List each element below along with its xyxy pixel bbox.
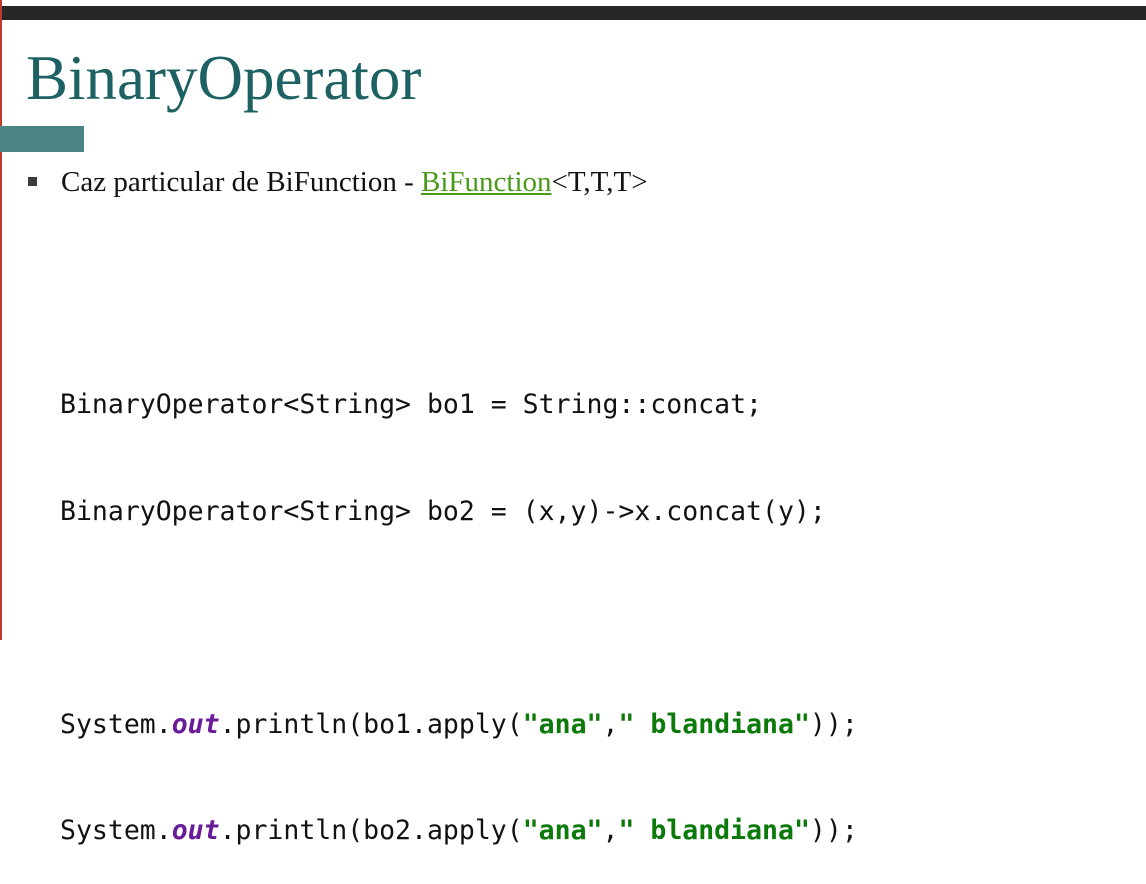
code-line-1: BinaryOperator<String> bo1 = String::con… bbox=[60, 389, 762, 420]
code-static-field: out bbox=[171, 708, 220, 740]
slide-title: BinaryOperator bbox=[26, 43, 422, 113]
code-string-literal: " blandiana" bbox=[618, 815, 810, 846]
code-string-literal: " blandiana" bbox=[618, 708, 810, 740]
title-accent-bar bbox=[0, 126, 84, 152]
code-token: )); bbox=[809, 815, 858, 846]
bullet-type-params: <T,T,T> bbox=[551, 166, 648, 198]
left-border-line bbox=[0, 0, 2, 640]
bullet-text: Caz particular de BiFunction - bbox=[61, 166, 421, 198]
square-bullet-icon bbox=[28, 176, 37, 186]
code-token: , bbox=[602, 708, 619, 740]
code-token: , bbox=[602, 815, 619, 846]
code-token: System. bbox=[60, 815, 172, 846]
code-line-3: System.out.println(bo1.apply("ana"," bla… bbox=[60, 707, 858, 743]
code-static-field: out bbox=[171, 815, 220, 846]
top-bar bbox=[0, 6, 1146, 20]
code-token: System. bbox=[60, 708, 172, 740]
code-block: BinaryOperator<String> bo1 = String::con… bbox=[60, 316, 858, 884]
bifunction-link[interactable]: BiFunction bbox=[421, 166, 552, 198]
code-token: )); bbox=[809, 708, 858, 740]
code-token: .println(bo1.apply( bbox=[219, 708, 523, 740]
code-line-4: System.out.println(bo2.apply("ana"," bla… bbox=[60, 813, 858, 849]
code-token: .println(bo2.apply( bbox=[219, 815, 523, 846]
bullet-item: Caz particular de BiFunction - BiFunctio… bbox=[28, 164, 648, 200]
code-string-literal: "ana" bbox=[522, 815, 603, 846]
code-string-literal: "ana" bbox=[522, 708, 603, 740]
code-line-2: BinaryOperator<String> bo2 = (x,y)->x.co… bbox=[60, 495, 826, 527]
